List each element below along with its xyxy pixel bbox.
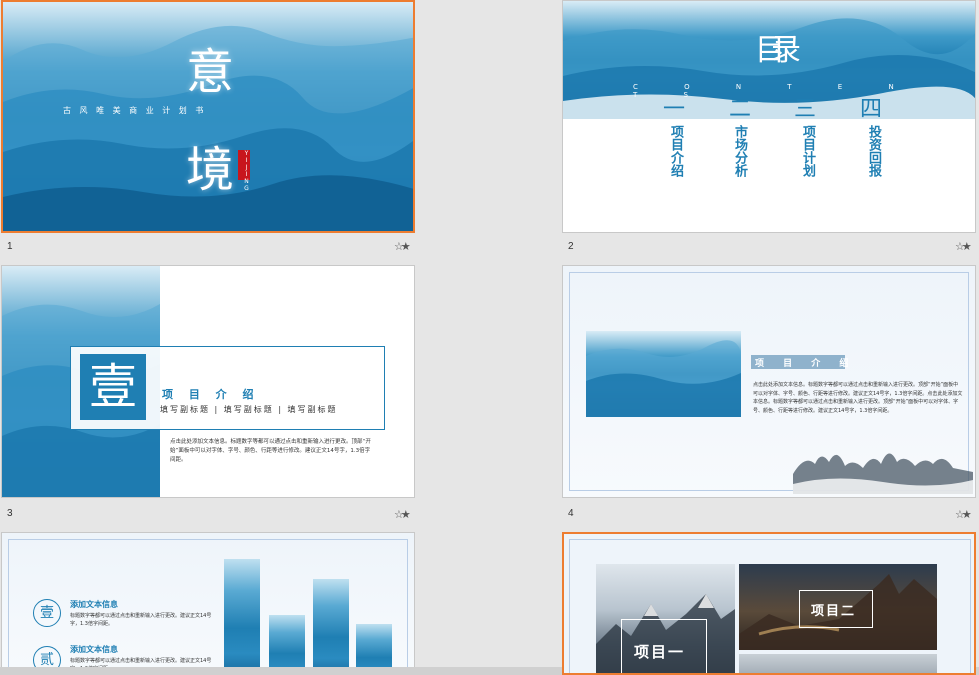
badge-1: 壹 (33, 599, 61, 627)
red-tag: YIJING (238, 150, 250, 192)
ink-mountains (793, 453, 973, 494)
slide-thumbnail-6[interactable]: 项目一 项目二 (562, 532, 976, 675)
star-icon[interactable]: ☆★ (394, 240, 411, 253)
title-char-top: 意 (186, 44, 235, 100)
star-icon[interactable]: ☆★ (955, 508, 972, 521)
toc-title: 目录 (755, 33, 801, 68)
photo-snow-mountain: 项目一 (596, 564, 735, 673)
image-bar (269, 615, 305, 674)
toc-label: 项目介绍 (668, 125, 683, 177)
toc-label: 市场分析 (732, 125, 747, 177)
slide-thumbnail-3[interactable]: 壹 项 目 介 绍 填写副标题 | 填写副标题 | 填写副标题 点击此处添加文本… (1, 265, 415, 498)
toc-number: 三 (794, 97, 817, 122)
slide-number: 3 (7, 508, 13, 519)
slide-subtitle: 古 风 唯 美 商 业 计 划 书 (63, 106, 207, 115)
toc-label: 投资回报 (866, 125, 881, 177)
title-char-bottom: 境 (186, 142, 235, 198)
body-text: 点击此处添加文本信息。标题数字等都可以通过点击和重新输入进行更改。顶部“开始”面… (170, 439, 371, 463)
slide-number: 1 (7, 241, 13, 252)
image-bar (313, 579, 349, 674)
toc-number: 二 (729, 97, 752, 122)
image-bar (224, 559, 260, 674)
project-label-1: 项目一 (634, 643, 686, 661)
slide-thumbnail-4[interactable]: 项 目 介 绍 点击此处添加文本信息。标题数字等都可以通过点击和重新输入进行更改… (562, 265, 976, 498)
slide-thumbnail-5[interactable]: 壹 添加文本信息 标题数字等都可以通过点击和重新输入进行更改。建议正文14号字，… (1, 532, 415, 675)
body-text: 点击此处添加文本信息。标题数字等都可以通过点击和重新输入进行更改。顶部“开始”面… (753, 382, 963, 414)
section-title: 项 目 介 绍 (755, 359, 857, 369)
toc-number: 一 (663, 97, 686, 122)
section-char: 壹 (80, 354, 146, 420)
slide-thumbnail-1[interactable]: 意 古 风 唯 美 商 业 计 划 书 境 YIJING (1, 0, 415, 233)
item-title: 添加文本信息 (70, 645, 118, 654)
mountain-image (586, 331, 741, 417)
photo-dolomites: 项目二 (739, 564, 937, 650)
star-icon[interactable]: ☆★ (394, 508, 411, 521)
star-icon[interactable]: ☆★ (955, 240, 972, 253)
toc-number: 四 (860, 97, 883, 122)
toc-label: 项目计划 (800, 125, 815, 177)
item-title: 添加文本信息 (70, 600, 118, 609)
section-subtitles: 填写副标题 | 填写副标题 | 填写副标题 (160, 405, 338, 414)
slide-thumbnail-2[interactable]: 目录 C O N T E N T S 一 项目介绍 二 市场分析 三 项目计划 … (562, 0, 976, 233)
project-label-2: 项目二 (811, 604, 857, 619)
photo-third (739, 654, 937, 673)
slide-number: 2 (568, 241, 574, 252)
section-title: 项 目 介 绍 (162, 388, 260, 401)
slide-number: 4 (568, 508, 574, 519)
item-body: 标题数字等都可以通过点击和重新输入进行更改。建议正文14号字，1.3倍字间距。 (70, 613, 212, 627)
